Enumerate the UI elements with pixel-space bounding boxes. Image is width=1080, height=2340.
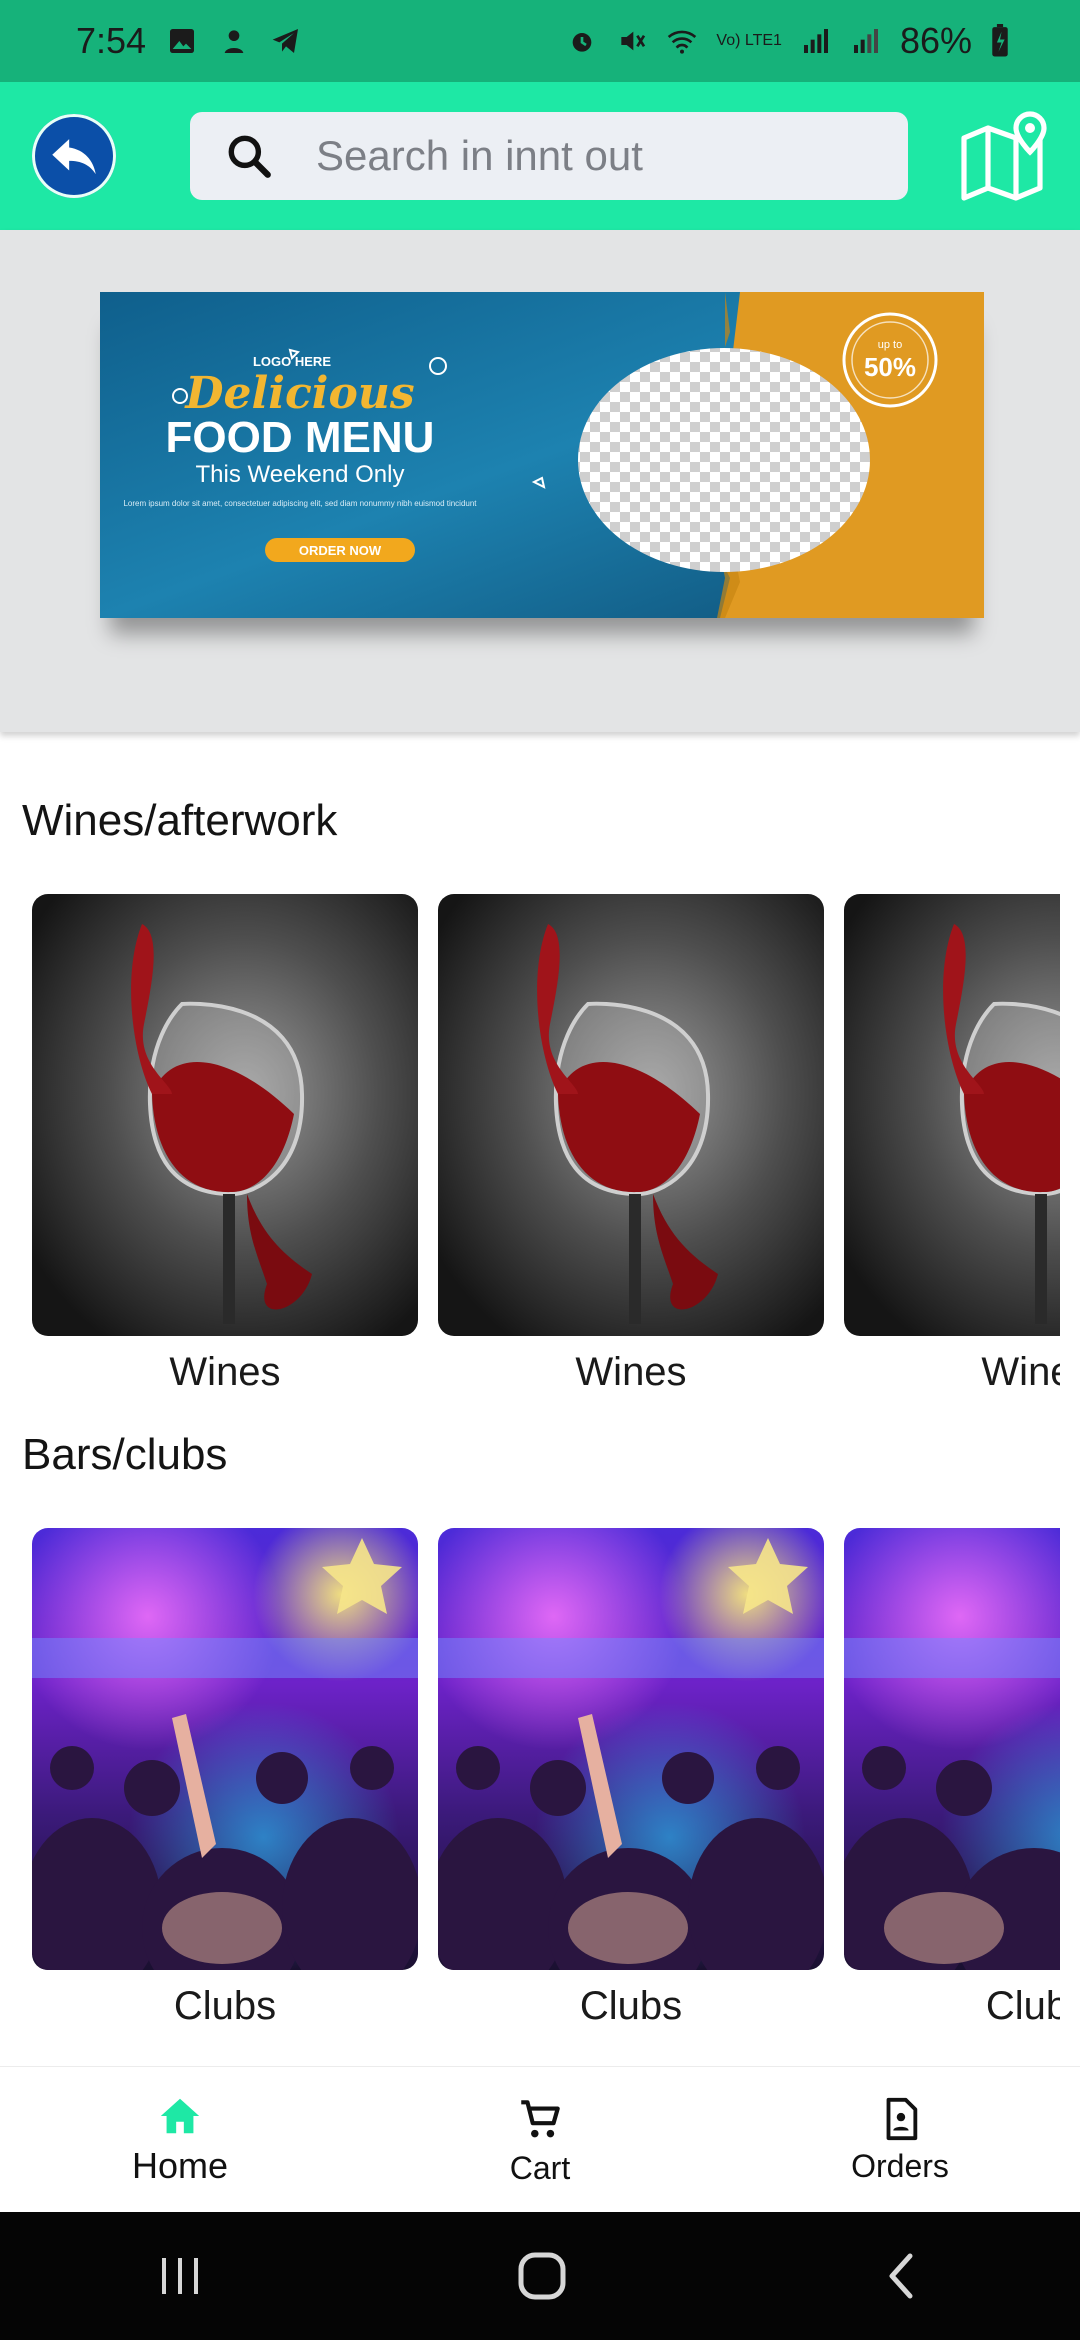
alarm-icon <box>573 33 592 52</box>
nav-home-label: Home <box>131 2145 229 2186</box>
club-card[interactable]: Clubs <box>438 1528 824 2029</box>
wine-label: Wines <box>169 1350 281 1394</box>
wines-carousel[interactable]: Wines Wines Wines <box>0 894 1060 1414</box>
app-bar <box>0 82 1080 230</box>
home-icon <box>160 2098 200 2134</box>
system-navigation-bar <box>0 2212 1080 2340</box>
home-system-icon[interactable] <box>516 2250 568 2302</box>
wine-image <box>438 894 824 1336</box>
notification-app-icon <box>224 30 244 53</box>
wine-glass-illustration <box>537 924 718 1324</box>
battery-percent: 86% <box>899 20 972 61</box>
club-label: Clubs <box>985 1984 1060 2028</box>
gallery-icon <box>170 29 195 53</box>
recent-apps-icon[interactable] <box>156 2254 204 2298</box>
club-crowd-illustration <box>438 1538 824 1970</box>
cart-icon <box>521 2099 560 2137</box>
food-menu-banner-graphic: up to 50% LOGO HERE Delicious FOOD MENU … <box>100 292 984 618</box>
wifi-icon <box>668 30 697 54</box>
nav-cart[interactable]: Cart <box>360 2067 720 2213</box>
section-title-clubs: Bars/clubs <box>22 1430 228 1479</box>
back-system-icon[interactable] <box>880 2250 924 2302</box>
section-title-wines: Wines/afterwork <box>22 796 338 845</box>
search-input[interactable] <box>314 131 878 181</box>
club-image <box>844 1528 1060 1970</box>
wine-image <box>844 894 1060 1336</box>
badge-top-text: up to <box>878 339 902 351</box>
club-image <box>32 1528 418 1970</box>
clubs-carousel[interactable]: Clubs Clubs Club <box>0 1528 1060 2048</box>
wine-glass-illustration <box>943 924 1060 1324</box>
search-icon <box>228 135 271 178</box>
club-label: Clubs <box>173 1984 277 2028</box>
club-crowd-illustration <box>32 1538 418 1970</box>
wine-image <box>32 894 418 1336</box>
map-location-icon[interactable] <box>958 110 1050 202</box>
wine-glass-illustration <box>131 924 312 1324</box>
promo-banner[interactable]: up to 50% LOGO HERE Delicious FOOD MENU … <box>100 292 984 618</box>
network-label: Vo) LTE1 <box>716 32 782 49</box>
badge-value-text: 50% <box>864 352 916 382</box>
order-now-text: ORDER NOW <box>299 543 382 558</box>
club-label: Clubs <box>579 1984 683 2028</box>
status-bar: 7:54 Vo) LTE1 86% <box>0 0 1080 82</box>
orders-icon <box>886 2097 918 2140</box>
wine-card[interactable]: Wines <box>32 894 418 1395</box>
back-button[interactable] <box>32 114 116 198</box>
wine-card[interactable]: Wines <box>438 894 824 1395</box>
telegram-icon <box>272 29 299 53</box>
nav-orders[interactable]: Orders <box>720 2067 1080 2213</box>
search-bar[interactable] <box>190 112 908 200</box>
club-crowd-illustration <box>844 1638 1060 1970</box>
nav-home[interactable]: Home <box>0 2067 360 2213</box>
signal-icon <box>803 29 828 53</box>
script-title-text: Delicious <box>183 368 414 419</box>
nav-cart-label: Cart <box>509 2149 571 2186</box>
wine-label: Wines <box>981 1350 1060 1394</box>
nav-orders-label: Orders <box>851 2147 949 2184</box>
banner-body-text: Lorem ipsum dolor sit amet, consectetuer… <box>123 499 477 508</box>
banner-title-text: FOOD MENU <box>166 413 435 462</box>
wine-label: Wines <box>575 1350 687 1394</box>
mute-icon <box>621 31 646 51</box>
bottom-navigation: Home Cart Orders <box>0 2066 1080 2213</box>
banner-subtitle-text: This Weekend Only <box>196 461 405 488</box>
wine-card[interactable]: Wines <box>844 894 1060 1395</box>
status-time: 7:54 <box>76 20 147 61</box>
club-image <box>438 1528 824 1970</box>
signal-icon-2 <box>853 29 878 53</box>
club-card[interactable]: Clubs <box>32 1528 418 2029</box>
banner-area: up to 50% LOGO HERE Delicious FOOD MENU … <box>0 230 1080 732</box>
reply-back-icon <box>52 139 96 175</box>
club-card[interactable]: Clubs <box>844 1528 1060 2029</box>
battery-icon <box>992 24 1008 57</box>
